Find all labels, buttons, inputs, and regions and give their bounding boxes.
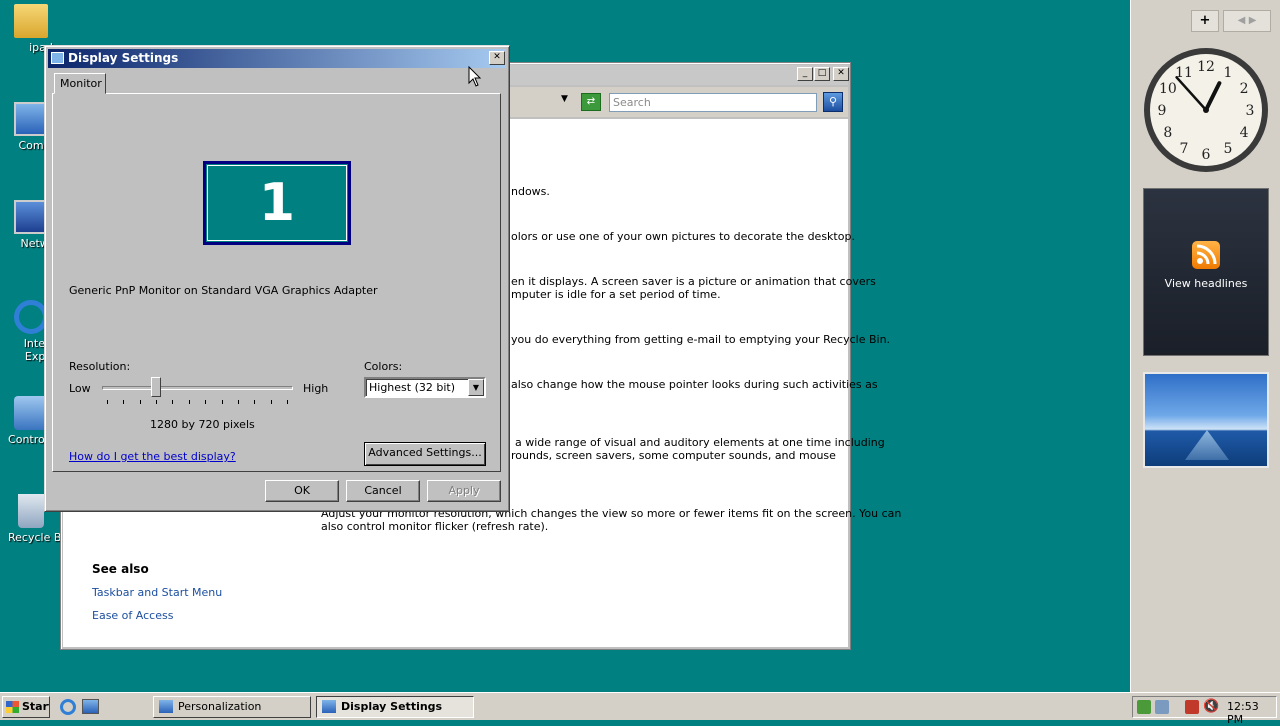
resolution-value: 1280 by 720 pixels	[150, 418, 255, 431]
tray-clock[interactable]: 12:53 PM	[1227, 700, 1276, 726]
slider-tick	[156, 400, 158, 404]
taskbar-item-display-settings[interactable]: Display Settings	[316, 696, 474, 718]
tray-security-icon[interactable]	[1137, 700, 1151, 714]
link-ease-of-access[interactable]: Ease of Access	[92, 609, 173, 622]
best-display-help-link[interactable]: How do I get the best display?	[69, 450, 236, 463]
windows-sidebar: + ◀ ▶ 1 2 3 4 5 6 7 8 9 10 11 12 View headlines	[1130, 0, 1280, 692]
monitor-preview[interactable]: 1	[203, 161, 351, 245]
clock-numeral: 6	[1202, 147, 1211, 163]
display-settings-task-icon	[322, 700, 336, 713]
pier-image	[1185, 430, 1229, 460]
clock-numeral: 5	[1224, 141, 1233, 157]
cancel-button[interactable]: Cancel	[346, 480, 420, 502]
slider-tick	[237, 400, 239, 404]
mouse-cursor-icon	[468, 66, 482, 87]
network-icon	[14, 200, 48, 234]
personalization-icon	[159, 700, 173, 713]
chevron-down-icon[interactable]: ▼	[468, 379, 484, 396]
rss-icon	[1192, 241, 1220, 269]
windows-logo-icon	[6, 701, 19, 713]
gadget-nav-arrows[interactable]: ◀ ▶	[1223, 10, 1271, 32]
taskbar: Start Personalization Display Settings 🔇…	[0, 692, 1280, 726]
resolution-low-label: Low	[69, 382, 91, 395]
ok-button[interactable]: OK	[265, 480, 339, 502]
clock-numeral: 1	[1224, 65, 1233, 81]
colors-select[interactable]: Highest (32 bit) ▼	[364, 377, 486, 398]
start-button[interactable]: Start	[2, 696, 50, 718]
tray-volume-muted-icon[interactable]: 🔇	[1203, 699, 1219, 714]
tab-monitor[interactable]: Monitor	[54, 73, 106, 94]
monitor-tab-panel	[52, 93, 501, 472]
view-headlines-label: View headlines	[1164, 277, 1248, 290]
system-tray: 🔇 12:53 PM	[1132, 696, 1277, 726]
tray-network-icon[interactable]	[1155, 700, 1169, 714]
feed-headlines-gadget[interactable]: View headlines	[1143, 188, 1269, 356]
slider-tick	[205, 400, 207, 404]
clock-numeral: 8	[1163, 125, 1172, 141]
monitor-name: Generic PnP Monitor on Standard VGA Grap…	[69, 284, 378, 297]
clock-numeral: 2	[1240, 81, 1249, 97]
clock-numeral: 10	[1159, 81, 1177, 97]
display-settings-dialog: Display Settings ✕ Monitor 1 Generic PnP…	[44, 45, 510, 512]
slider-tick	[107, 400, 108, 404]
dropdown-arrow-icon[interactable]: ▼	[561, 94, 568, 104]
resolution-high-label: High	[303, 382, 329, 395]
recycle-bin-icon	[18, 494, 44, 528]
slider-tick	[270, 400, 272, 404]
taskbar-item-personalization[interactable]: Personalization	[153, 696, 311, 718]
slider-tick	[123, 400, 125, 404]
link-taskbar-start-menu[interactable]: Taskbar and Start Menu	[92, 586, 222, 599]
control-panel-icon	[14, 396, 48, 430]
slider-tick	[221, 400, 223, 404]
monitor-number: 1	[207, 165, 347, 241]
internet-explorer-icon	[14, 300, 48, 334]
slider-tick	[139, 400, 141, 404]
slider-tick	[287, 400, 288, 404]
see-also-heading: See also	[92, 562, 149, 576]
clock-numeral: 7	[1180, 141, 1189, 157]
maximize-button[interactable]: □	[814, 67, 830, 81]
close-button[interactable]: ✕	[833, 67, 849, 81]
advanced-settings-button[interactable]: Advanced Settings...	[364, 442, 486, 466]
colors-label: Colors:	[364, 360, 403, 373]
slider-tick	[188, 400, 190, 404]
clock-numeral: 12	[1197, 59, 1215, 75]
dialog-titlebar[interactable]: Display Settings ✕	[48, 49, 506, 68]
dialog-close-button[interactable]: ✕	[489, 51, 505, 65]
tray-alert-icon[interactable]	[1185, 700, 1199, 714]
quicklaunch-show-desktop-icon[interactable]	[82, 699, 99, 714]
slider-tick	[172, 400, 174, 404]
slider-tick	[254, 400, 256, 404]
clock-gadget[interactable]: 1234567891011 12	[1142, 46, 1270, 174]
slideshow-gadget[interactable]	[1143, 372, 1269, 468]
resolution-slider-thumb[interactable]	[150, 377, 161, 397]
display-settings-icon	[51, 52, 64, 64]
quicklaunch-ie-icon[interactable]	[60, 699, 76, 715]
search-icon[interactable]: ⚲	[823, 92, 843, 112]
folder-icon	[14, 4, 48, 38]
search-input[interactable]: Search	[609, 93, 817, 112]
resolution-slider-track[interactable]	[102, 386, 293, 390]
clock-numeral: 4	[1240, 125, 1249, 141]
go-icon[interactable]: ⇄	[581, 93, 601, 111]
dialog-title: Display Settings	[68, 51, 179, 65]
apply-button[interactable]: Apply	[427, 480, 501, 502]
clock-numeral: 3	[1246, 103, 1255, 119]
resolution-label: Resolution:	[69, 360, 131, 373]
clock-numeral: 9	[1158, 103, 1167, 119]
computer-icon	[14, 102, 48, 136]
add-gadget-button[interactable]: +	[1191, 10, 1219, 32]
minimize-button[interactable]: _	[797, 67, 813, 81]
